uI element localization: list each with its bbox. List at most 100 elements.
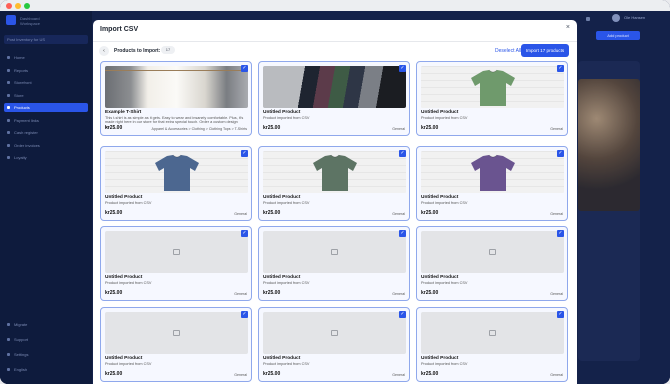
product-price: kr25.00 bbox=[263, 125, 281, 131]
hanging-shirts-image bbox=[105, 66, 248, 108]
sidebar-item-settings[interactable]: Settings bbox=[4, 350, 88, 359]
product-image bbox=[105, 66, 248, 108]
t-shirt-image bbox=[312, 154, 357, 191]
import-csv-modal: Import CSV × ‹ Products to Import: 17 De… bbox=[93, 20, 577, 384]
import-products-button[interactable]: Import 17 products bbox=[521, 44, 569, 57]
product-card[interactable]: ✓ Untitled Product Product imported from C… bbox=[258, 307, 410, 382]
products-to-import-label: Products to Import: bbox=[114, 48, 161, 54]
product-category: General bbox=[550, 292, 563, 296]
selected-checkbox[interactable]: ✓ bbox=[399, 311, 406, 318]
sidebar-item-payment-links[interactable]: Payment links bbox=[4, 116, 88, 125]
product-image bbox=[263, 151, 406, 193]
sidebar-item-support[interactable]: Support bbox=[4, 335, 88, 344]
product-description: Product imported from CSV bbox=[263, 362, 310, 366]
sidebar: Dashboard Workspace Post Inventory for U… bbox=[0, 11, 92, 384]
product-description: Product imported from CSV bbox=[105, 281, 152, 285]
selected-checkbox[interactable]: ✓ bbox=[241, 311, 248, 318]
workspace-selector[interactable]: Post Inventory for US bbox=[4, 35, 88, 44]
modal-divider bbox=[93, 41, 577, 42]
selected-checkbox[interactable]: ✓ bbox=[557, 311, 564, 318]
product-card[interactable]: ✓ Untitled Product Product imported from C… bbox=[100, 307, 252, 382]
product-card[interactable]: ✓ Untitled Product Product imported from C… bbox=[416, 307, 568, 382]
product-price: kr25.00 bbox=[105, 290, 123, 296]
sidebar-item-label: Home bbox=[14, 55, 25, 60]
sidebar-item-icon bbox=[7, 353, 10, 356]
selected-checkbox[interactable]: ✓ bbox=[241, 65, 248, 72]
add-product-button[interactable]: Add product bbox=[596, 31, 640, 40]
product-card[interactable]: ✓ Untitled Product Product imported from C… bbox=[258, 146, 410, 221]
selected-checkbox[interactable]: ✓ bbox=[399, 150, 406, 157]
sidebar-item-cash-register[interactable]: Cash register bbox=[4, 128, 88, 137]
checkmark-icon: ✓ bbox=[558, 230, 563, 236]
window-titlebar bbox=[0, 0, 670, 11]
brand-line: Workspace bbox=[20, 21, 40, 26]
close-window-button[interactable] bbox=[6, 3, 12, 9]
sidebar-item-label: English bbox=[14, 367, 28, 372]
product-count-badge: 17 bbox=[161, 46, 175, 54]
product-name: Untitled Product bbox=[421, 110, 459, 115]
chevron-left-icon: ‹ bbox=[103, 48, 105, 54]
sidebar-item-order-invoices[interactable]: Order invoices bbox=[4, 141, 88, 150]
product-name: Untitled Product bbox=[421, 275, 459, 280]
sidebar-item-migrate[interactable]: Migrate bbox=[4, 320, 88, 329]
sidebar-item-icon bbox=[7, 323, 10, 326]
selected-checkbox[interactable]: ✓ bbox=[399, 65, 406, 72]
product-card[interactable]: ✓ Untitled Product Product imported from C… bbox=[416, 146, 568, 221]
sidebar-item-label: Payment links bbox=[14, 117, 39, 123]
product-description: Product imported from CSV bbox=[105, 362, 152, 366]
product-card[interactable]: ✓ Untitled Product Product imported from C… bbox=[100, 226, 252, 301]
image-placeholder-icon bbox=[489, 330, 496, 336]
background-product-photo bbox=[578, 79, 640, 211]
product-name: Untitled Product bbox=[263, 110, 301, 115]
product-category: General bbox=[550, 212, 563, 216]
image-placeholder-icon bbox=[173, 249, 180, 255]
product-card[interactable]: ✓ Untitled Product Product imported from C… bbox=[416, 61, 568, 136]
product-image bbox=[105, 231, 248, 273]
minimize-window-button[interactable] bbox=[15, 3, 21, 9]
product-name: Untitled Product bbox=[105, 195, 143, 200]
sidebar-item-products[interactable]: Products bbox=[4, 103, 88, 112]
selected-checkbox[interactable]: ✓ bbox=[241, 150, 248, 157]
product-card[interactable]: ✓ Untitled Product Product imported from C… bbox=[258, 226, 410, 301]
selected-checkbox[interactable]: ✓ bbox=[557, 65, 564, 72]
product-name: Untitled Product bbox=[263, 356, 301, 361]
sidebar-item-reports[interactable]: Reports bbox=[4, 66, 88, 75]
maximize-window-button[interactable] bbox=[24, 3, 30, 9]
product-name: Example T-Shirt bbox=[105, 110, 142, 115]
product-category: General bbox=[550, 127, 563, 131]
product-category: General bbox=[234, 292, 247, 296]
product-image bbox=[421, 66, 564, 108]
sidebar-item-icon bbox=[7, 106, 10, 109]
product-description: Product imported from CSV bbox=[421, 116, 468, 120]
selected-checkbox[interactable]: ✓ bbox=[557, 150, 564, 157]
brand-name: Dashboard Workspace bbox=[20, 16, 40, 26]
product-card[interactable]: ✓ Untitled Product Product imported from C… bbox=[100, 146, 252, 221]
product-image bbox=[421, 151, 564, 193]
sidebar-item-store[interactable]: Store bbox=[4, 91, 88, 100]
product-name: Untitled Product bbox=[421, 356, 459, 361]
sidebar-item-home[interactable]: Home bbox=[4, 53, 88, 62]
checkmark-icon: ✓ bbox=[400, 230, 405, 236]
brand-logo-icon bbox=[6, 15, 16, 25]
user-menu[interactable] bbox=[612, 14, 620, 22]
sidebar-item-label: Products bbox=[14, 105, 30, 110]
sidebar-item-storefront[interactable]: Storefront bbox=[4, 78, 88, 87]
selected-checkbox[interactable]: ✓ bbox=[241, 230, 248, 237]
product-card[interactable]: ✓ Untitled Product Product imported from C… bbox=[416, 226, 568, 301]
checkmark-icon: ✓ bbox=[558, 150, 563, 156]
deselect-all-button[interactable]: Deselect All bbox=[495, 48, 521, 54]
sidebar-item-english[interactable]: English bbox=[4, 365, 88, 374]
sidebar-item-label: Cash register bbox=[14, 130, 38, 135]
sidebar-item-loyalty[interactable]: Loyalty bbox=[4, 153, 88, 162]
product-category: General bbox=[550, 373, 563, 377]
back-button[interactable]: ‹ bbox=[99, 46, 109, 56]
notification-icon[interactable] bbox=[586, 17, 590, 21]
selected-checkbox[interactable]: ✓ bbox=[399, 230, 406, 237]
product-image bbox=[263, 66, 406, 108]
product-name: Untitled Product bbox=[263, 275, 301, 280]
product-card[interactable]: ✓ Example T-Shirt This t-shirt is as simpl… bbox=[100, 61, 252, 136]
product-card[interactable]: ✓ Untitled Product Product imported from C… bbox=[258, 61, 410, 136]
close-icon[interactable]: × bbox=[566, 24, 570, 31]
selected-checkbox[interactable]: ✓ bbox=[557, 230, 564, 237]
sidebar-item-icon bbox=[7, 93, 10, 97]
